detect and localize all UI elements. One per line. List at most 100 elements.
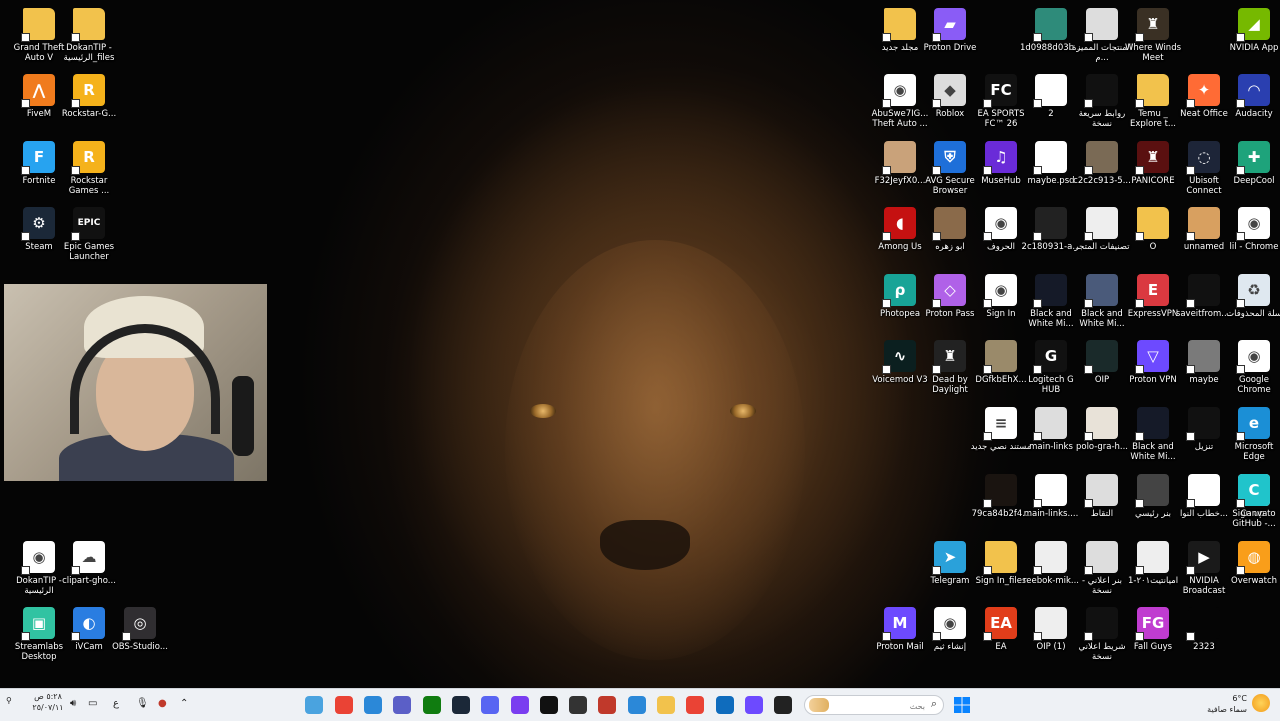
chevron-up-icon[interactable]: ⌃ <box>180 698 188 709</box>
wallpaper-lion-eye-right <box>730 404 756 418</box>
windows-icon[interactable] <box>954 697 970 713</box>
microphone-icon[interactable]: 🎙︎ <box>136 698 149 709</box>
steam-icon: ⚙ <box>21 207 55 241</box>
widgets-icon[interactable] <box>305 696 323 714</box>
weather-widget[interactable]: 6°C سماء صافية <box>1205 693 1247 715</box>
taskbar-search[interactable]: ⌕ <box>804 695 944 715</box>
epic-icon[interactable] <box>540 696 558 714</box>
image-icon <box>1186 274 1220 308</box>
headset-icon[interactable] <box>511 696 529 714</box>
store-icon[interactable] <box>628 696 646 714</box>
search-highlight-icon <box>809 698 829 712</box>
desktop-icon[interactable]: R Rockstar-G... <box>58 74 120 119</box>
image-icon <box>932 207 966 241</box>
desktop-icon-label: DeepCool <box>1233 176 1275 186</box>
outlook-icon[interactable] <box>716 696 734 714</box>
game-icon: ♜ <box>1135 8 1169 42</box>
notepad-icon[interactable] <box>364 696 382 714</box>
wallpaper-lion-face <box>505 240 805 660</box>
desktop-icon-label: Where Winds Meet <box>1124 43 1182 63</box>
steam-icon[interactable] <box>452 696 470 714</box>
desktop-icon[interactable]: ◉ Google Chrome <box>1223 340 1280 395</box>
fall-guys-icon: FG <box>1135 607 1169 641</box>
image-icon <box>1033 541 1067 575</box>
record-icon[interactable]: ● <box>158 698 167 709</box>
unity-icon[interactable] <box>569 696 587 714</box>
terminal-icon[interactable] <box>774 696 792 714</box>
game-icon[interactable] <box>598 696 616 714</box>
image-icon <box>1135 541 1169 575</box>
desktop-icon[interactable]: ✚ DeepCool <box>1223 141 1280 186</box>
teams-icon[interactable] <box>393 696 411 714</box>
desktop-icon[interactable]: e Microsoft Edge <box>1223 407 1280 462</box>
wallpaper-lion-nose <box>600 520 690 570</box>
image-icon <box>1186 207 1220 241</box>
image-icon <box>1033 607 1067 641</box>
desktop-icon[interactable]: C Canva <box>1223 474 1280 519</box>
photopea-icon: ρ <box>882 274 916 308</box>
image-icon <box>1084 74 1118 108</box>
desktop-icon[interactable]: ♻ سلة المحذوفات <box>1223 274 1280 319</box>
image-icon <box>983 340 1017 374</box>
image-icon <box>1084 474 1118 508</box>
ea-icon: EA <box>983 607 1017 641</box>
desktop-icon[interactable]: ◢ NVIDIA App <box>1223 8 1280 53</box>
desktop-icon-label: clipart-gho... <box>62 576 116 586</box>
volume-icon[interactable]: 🔊︎ <box>70 698 76 709</box>
canva-icon: C <box>1236 474 1270 508</box>
desktop-icon[interactable]: EPIC Epic Games Launcher <box>58 207 120 262</box>
desktop-icon[interactable]: ◎ OBS-Studio... <box>109 607 171 652</box>
desktop-icon[interactable]: ♜ Where Winds Meet <box>1122 8 1184 63</box>
desktop-icon-label: Overwatch <box>1231 576 1277 586</box>
streamlabs-icon: ▣ <box>21 607 55 641</box>
folder-icon <box>1135 207 1169 241</box>
proton-icon[interactable] <box>745 696 763 714</box>
chrome-icon: ◉ <box>882 74 916 108</box>
desktop-icon[interactable]: R Rockstar Games ... <box>58 141 120 196</box>
weather-desc: سماء صافية <box>1207 705 1247 714</box>
proton-drive-icon: ▰ <box>932 8 966 42</box>
language-indicator[interactable]: ع <box>113 698 119 709</box>
overwatch-icon: ◍ <box>1236 541 1270 575</box>
image-icon <box>1186 607 1220 641</box>
chrome-icon[interactable] <box>335 696 353 714</box>
image-icon <box>1084 274 1118 308</box>
image-icon <box>1135 407 1169 441</box>
file-icon <box>1033 74 1067 108</box>
obs-icon: ◎ <box>122 607 156 641</box>
rockstar-icon: R <box>71 74 105 108</box>
desktop-icon[interactable]: 2323 <box>1173 607 1235 652</box>
network-icon[interactable]: ▭ <box>88 698 97 709</box>
desktop-icon[interactable]: ☁ clipart-gho... <box>58 541 120 586</box>
desktop-icon[interactable]: ◍ Overwatch <box>1223 541 1280 586</box>
folder-icon <box>1135 74 1169 108</box>
search-input[interactable] <box>831 698 927 714</box>
chrome-icon: ◉ <box>932 607 966 641</box>
file-explorer-icon[interactable] <box>657 696 675 714</box>
desktop-icon[interactable]: ▰ Proton Drive <box>919 8 981 53</box>
nvidia-icon: ◢ <box>1236 8 1270 42</box>
xbox-icon[interactable] <box>423 696 441 714</box>
desktop-icon[interactable]: ◠ Audacity <box>1223 74 1280 119</box>
image-icon <box>1033 274 1067 308</box>
folder-icon <box>21 8 55 42</box>
clock[interactable]: ٥:٢٨ ص ٢٥/٠٧/١١ <box>28 691 68 713</box>
file-icon <box>1033 141 1067 175</box>
desktop-icon-label: Proton Drive <box>923 43 977 53</box>
chrome-icon: ◉ <box>983 207 1017 241</box>
chrome-icon: ◉ <box>21 541 55 575</box>
desktop-icon[interactable]: ◉ lil - Chrome <box>1223 207 1280 252</box>
desktop-icon[interactable]: DokanTIP - الرئيسية_files <box>58 8 120 63</box>
desktop-icon-label: DokanTIP - الرئيسية_files <box>63 43 115 63</box>
chrome-icon[interactable] <box>686 696 704 714</box>
tray-pin-icon[interactable]: ⚲ <box>6 696 12 705</box>
proton-pass-icon: ◇ <box>932 274 966 308</box>
image-icon <box>1186 407 1220 441</box>
voicemod-icon: ∿ <box>882 340 916 374</box>
desktop-icon-label: Audacity <box>1235 109 1273 119</box>
webcam-microphone <box>232 376 254 456</box>
nvidia-broadcast-icon: ▶ <box>1186 541 1220 575</box>
weather-sun-icon <box>1252 694 1270 712</box>
discord-icon[interactable] <box>481 696 499 714</box>
file-icon <box>1186 474 1220 508</box>
